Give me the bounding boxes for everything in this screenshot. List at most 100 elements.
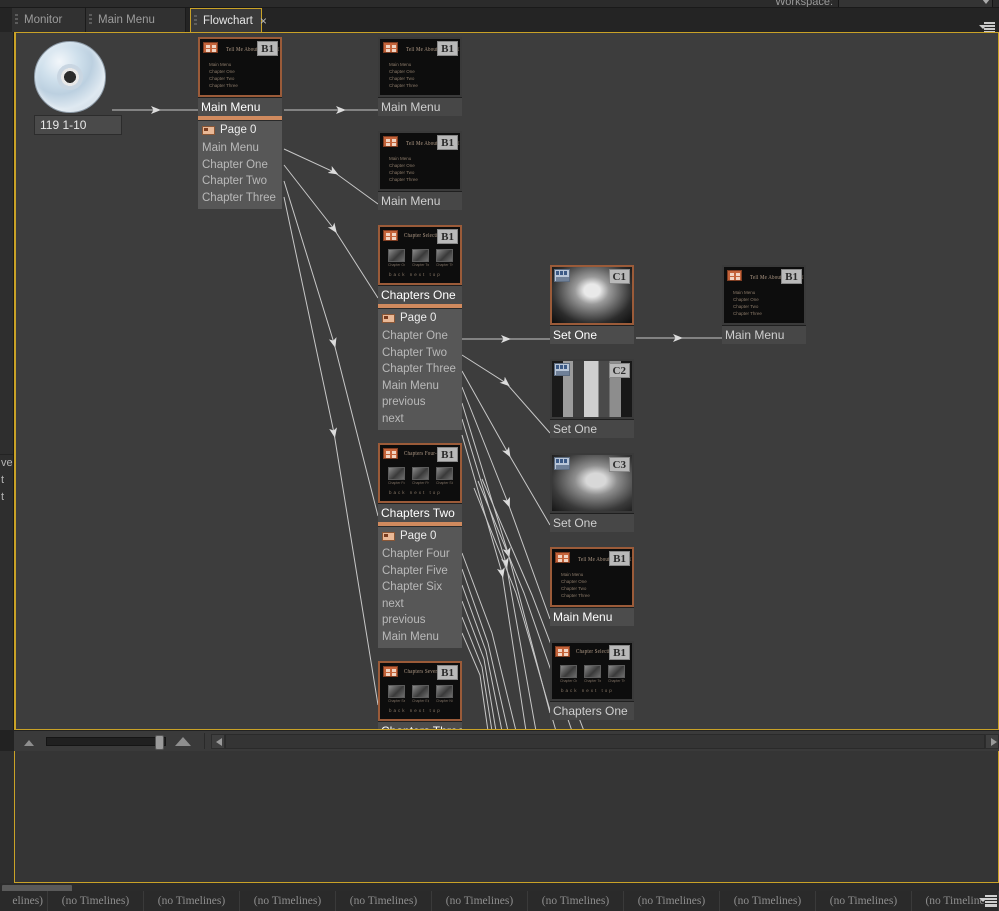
menu-icon [383,42,398,53]
node-badge: C2 [608,363,630,378]
timeline-cell[interactable]: (no Timelines) [816,891,912,911]
node-thumbnail: Tell Me About It: Unit 119 - 2ecsMain Me… [198,37,282,97]
page-list-item[interactable]: Chapter Two [202,173,282,190]
chapter-button: Chapter Six [436,467,453,485]
page-list-item[interactable]: Main Menu [382,378,462,395]
timeline-cell[interactable]: elines) [0,891,48,911]
timeline-cell[interactable]: (no Timelines) [720,891,816,911]
zoom-out-icon[interactable] [18,734,40,748]
node-label: Main Menu [550,607,634,626]
node-thumbnail: Tell Me About It: Unit 119 - 2ecsMain Me… [378,131,462,191]
node-thumbnail: Tell Me About It: Unit 119 - 2ecsMain Me… [722,265,806,325]
flow-node-set-one-c3[interactable]: C3 Set One [550,453,634,532]
thumbnail-menu-item: Chapter Three [389,83,418,88]
tab-main-menu[interactable]: Main Menu [86,8,186,32]
chapter-thumb-caption: Chapter One [388,263,405,267]
node-thumbnail: Chapter SelectionChapter OneChapter TwoC… [378,225,462,285]
chapter-thumb-image [584,665,601,678]
scroll-left-button[interactable] [211,733,225,749]
disc-node[interactable]: 119 1-10 [34,41,122,135]
timeline-strip-menu-icon[interactable] [979,895,997,907]
timeline-cell[interactable]: (no Timelines) [432,891,528,911]
flow-node-chapters-one-b[interactable]: Chapter SelectionChapter OneChapter TwoC… [550,641,634,720]
flowchart-canvas[interactable]: 119 1-10 Tell Me About It: Unit 119 - 2e… [14,32,999,730]
node-badge: B1 [437,41,458,56]
page-list-item[interactable]: Chapter Two [382,345,462,362]
timeline-cell[interactable]: (no Timelines) [144,891,240,911]
tab-flowchart-label: Flowchart [203,14,253,27]
page-list-item[interactable]: next [382,411,462,428]
chapter-thumb-caption: Chapter Two [584,679,601,683]
menu-icon [383,666,398,677]
timeline-cell[interactable]: (no Timelines) [48,891,144,911]
disc-label: 119 1-10 [34,115,122,135]
thumbnail-chapter-buttons: Chapter Four Chapter Five Chapter Six [388,467,453,485]
flow-node-set-one-c2[interactable]: C2 Set One [550,359,634,438]
tab-monitor[interactable]: Monitor [12,8,86,32]
node-label: Main Menu [378,191,462,210]
thumbnail-menu-items: Main Menu Chapter One Chapter Two Chapter T… [389,61,418,89]
node-badge: C3 [608,457,630,472]
page-icon [382,313,395,323]
horizontal-scrollbar[interactable] [225,733,985,749]
flow-node-main-menu-a[interactable]: Tell Me About It: Unit 119 - 2ecsMain Me… [378,37,462,116]
menu-icon [383,448,398,459]
node-thumbnail: Chapter SelectionChapter OneChapter TwoC… [550,641,634,701]
page-list-item[interactable]: next [382,596,462,613]
workspace-label: Workspace: [775,0,833,8]
chapter-thumb-image [436,467,453,480]
page-header[interactable]: Page 0 [378,309,462,327]
flow-node-chapters-three[interactable]: Chapters Seven-NineChapter SevenChapter … [378,661,462,729]
page-list-item[interactable]: Chapter Three [202,190,282,207]
chapter-button: Chapter Nine [436,685,453,703]
thumbnail-nav-text: back next top [389,490,442,495]
close-icon[interactable]: × [260,15,267,27]
flow-node-main-menu-root[interactable]: Tell Me About It: Unit 119 - 2ecsMain Me… [198,37,282,209]
node-label: Set One [550,513,634,532]
menu-icon [555,646,570,657]
chapter-button: Chapter Four [388,467,405,485]
thumbnail-menu-item: Chapter One [389,163,415,168]
timeline-icon [554,457,570,470]
scroll-right-button[interactable] [985,733,999,749]
workspace-select[interactable] [838,0,993,7]
lower-panel [14,751,999,883]
page-list-item[interactable]: Chapter Six [382,579,462,596]
page-header[interactable]: Page 0 [378,527,462,545]
page-list-item[interactable]: Chapter Four [382,546,462,563]
page-list-item[interactable]: Chapter Three [382,361,462,378]
page-item-list: Chapter Four Chapter Five Chapter Six next p… [378,545,462,648]
chapter-thumb-image [412,467,429,480]
flow-node-chapters-two[interactable]: Chapters Four-SixChapter FourChapter Fiv… [378,443,462,648]
page-list-item[interactable]: Chapter Five [382,563,462,580]
chapter-thumb-image [436,249,453,262]
timeline-cell[interactable]: (no Timelines) [528,891,624,911]
flow-node-main-menu-d[interactable]: Tell Me About It: Unit 119 - 2ecsMain Me… [722,265,806,344]
chapter-button: Chapter Three [436,249,453,267]
timeline-cell[interactable]: (no Timelines) [624,891,720,911]
chapter-button: Chapter Two [412,249,429,267]
page-list-item[interactable]: Main Menu [202,140,282,157]
zoom-in-icon[interactable] [172,734,194,748]
chapter-thumb-image [412,685,429,698]
flow-node-chapters-one[interactable]: Chapter SelectionChapter OneChapter TwoC… [378,225,462,430]
page-list-item[interactable]: Main Menu [382,629,462,646]
chapter-thumb-image [388,685,405,698]
page-header[interactable]: Page 0 [198,121,282,139]
thumbnail-menu-item: Chapter Two [209,76,235,81]
zoom-slider-thumb[interactable] [155,734,164,750]
flow-node-main-menu-c[interactable]: Tell Me About It: Unit 119 - 2ecsMain Me… [550,547,634,626]
timeline-cell[interactable]: (no Timelines) [336,891,432,911]
sliver-line-2: t [1,491,5,503]
page-list-item[interactable]: Chapter One [382,328,462,345]
tab-flowchart[interactable]: Flowchart × [190,8,267,32]
zoom-slider[interactable] [46,734,166,750]
flow-node-set-one-c1[interactable]: C1 Set One [550,265,634,344]
page-list-item[interactable]: previous [382,394,462,411]
node-badge: B1 [609,645,630,660]
flow-node-main-menu-b[interactable]: Tell Me About It: Unit 119 - 2ecsMain Me… [378,131,462,210]
page-list-item[interactable]: Chapter One [202,157,282,174]
timeline-cell[interactable]: (no Timelines) [240,891,336,911]
page-list-item[interactable]: previous [382,612,462,629]
chapter-thumb-caption: Chapter Three [608,679,625,683]
